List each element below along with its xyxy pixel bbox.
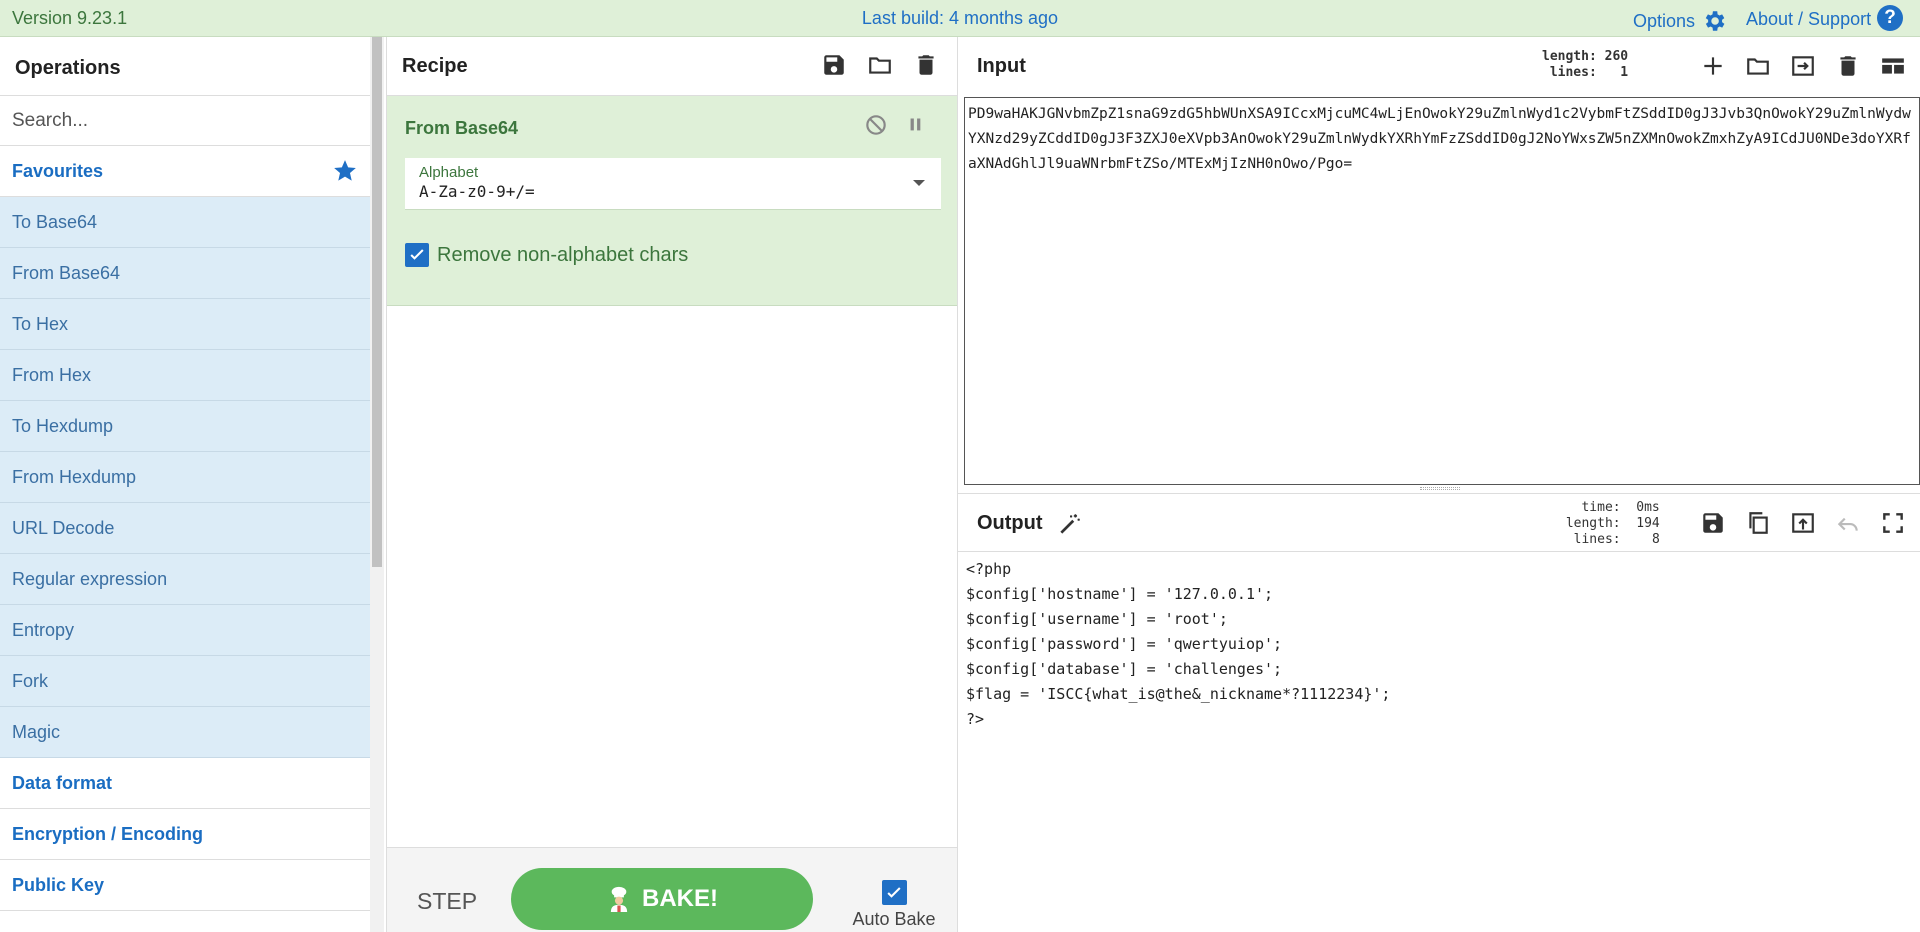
star-icon[interactable]: [332, 158, 358, 184]
operation-item[interactable]: Entropy: [0, 605, 370, 656]
output-line: <?php: [966, 560, 1012, 578]
operation-item[interactable]: URL Decode: [0, 503, 370, 554]
copy-icon[interactable]: [1745, 510, 1771, 536]
magic-wand-icon[interactable]: [1057, 511, 1083, 537]
scrollbar-thumb[interactable]: [372, 37, 382, 567]
output-line: $config['password'] = 'qwertyuiop';: [966, 635, 1283, 653]
gear-icon: [1701, 8, 1727, 34]
operation-item[interactable]: To Hexdump: [0, 401, 370, 452]
pause-icon[interactable]: [903, 112, 929, 138]
input-textarea[interactable]: PD9waHAKJGNvbmZpZ1snaG9zdG5hbWUnXSA9ICcx…: [964, 97, 1920, 485]
top-banner: Version 9.23.1 Last build: 4 months ago …: [0, 0, 1920, 37]
category-data-format[interactable]: Data format: [0, 758, 370, 809]
operation-item[interactable]: To Base64: [0, 197, 370, 248]
operations-search: [0, 96, 370, 146]
undo-icon: [1835, 510, 1861, 536]
folder-icon[interactable]: [1745, 53, 1771, 79]
divider-grip[interactable]: [1420, 487, 1460, 490]
input-stats: length: 260 lines: 1: [1542, 49, 1628, 81]
time-label: time:: [1581, 500, 1621, 515]
operations-title: Operations: [0, 37, 370, 96]
save-icon[interactable]: [1700, 510, 1726, 536]
input-header: Input length: 260 lines: 1: [958, 37, 1920, 96]
lines-label: lines:: [1549, 65, 1597, 80]
move-to-input-icon[interactable]: [1790, 53, 1816, 79]
operation-item[interactable]: To Hex: [0, 299, 370, 350]
length-label: length:: [1542, 49, 1597, 64]
alphabet-label: Alphabet: [419, 164, 479, 181]
category-label: Public Key: [12, 874, 105, 895]
search-input[interactable]: [12, 109, 358, 132]
category-public-key[interactable]: Public Key: [0, 860, 370, 911]
length-label: length:: [1565, 516, 1621, 531]
io-pane: Input length: 260 lines: 1 PD9waHAKJGNvb…: [958, 37, 1920, 932]
output-time: 0ms: [1636, 500, 1660, 515]
options-label: Options: [1633, 10, 1696, 31]
recipe-ingredient-from-base64[interactable]: From Base64 Alphabet A-Za-z0-9+/= Remove…: [387, 96, 957, 306]
output-line: $config['hostname'] = '127.0.0.1';: [966, 585, 1274, 603]
operation-item[interactable]: From Hex: [0, 350, 370, 401]
checkbox-checked-icon[interactable]: [405, 243, 429, 267]
about-label: About / Support: [1746, 9, 1872, 29]
operation-item[interactable]: Regular expression: [0, 554, 370, 605]
operation-item[interactable]: Fork: [0, 656, 370, 707]
recipe-pane: Recipe From Base64 Alphabet A-Za-z0-9+/=…: [386, 37, 958, 932]
last-build-link[interactable]: Last build: 4 months ago: [862, 8, 1058, 28]
bake-label: BAKE!: [642, 885, 718, 912]
auto-bake-label: Auto Bake: [852, 909, 936, 929]
help-icon: ?: [1877, 5, 1904, 31]
output-line: $config['username'] = 'root';: [966, 610, 1228, 628]
alphabet-select[interactable]: Alphabet A-Za-z0-9+/=: [405, 158, 941, 210]
output-lines: 8: [1651, 532, 1660, 547]
options-button[interactable]: Options: [1633, 8, 1727, 34]
add-icon[interactable]: [1700, 53, 1726, 79]
output-line: $config['database'] = 'challenges';: [966, 660, 1283, 678]
version-label: Version 9.23.1: [12, 8, 128, 28]
replace-input-icon[interactable]: [1790, 510, 1816, 536]
category-favourites[interactable]: Favourites: [0, 146, 370, 197]
input-title: Input: [977, 55, 1026, 77]
trash-icon[interactable]: [913, 52, 939, 78]
alphabet-value: A-Za-z0-9+/=: [419, 182, 535, 201]
about-support-button[interactable]: About / Support ?: [1746, 5, 1904, 31]
chef-icon: [606, 886, 632, 912]
operation-item[interactable]: From Base64: [0, 248, 370, 299]
auto-bake-toggle[interactable]: Auto Bake: [849, 880, 939, 930]
ingredient-name: From Base64: [405, 118, 519, 138]
folder-icon[interactable]: [867, 52, 893, 78]
input-lines: 1: [1620, 65, 1629, 80]
operation-item[interactable]: From Hexdump: [0, 452, 370, 503]
layout-icon[interactable]: [1880, 53, 1906, 79]
step-button[interactable]: STEP: [417, 888, 477, 915]
remove-non-alphabet-checkbox[interactable]: Remove non-alphabet chars: [405, 243, 688, 267]
output-header: Output time: 0ms length: 194 lines: 8: [958, 493, 1920, 552]
recipe-header: Recipe: [387, 37, 957, 96]
checkbox-checked-icon[interactable]: [881, 880, 907, 905]
input-length: 260: [1604, 49, 1629, 64]
output-line: $flag = 'ISCC{what_is@the&_nickname*?111…: [966, 685, 1391, 703]
remove-non-alphabet-label: Remove non-alphabet chars: [437, 243, 689, 266]
operations-pane: Operations Favourites To Base64 From Bas…: [0, 37, 370, 932]
category-label: Encryption / Encoding: [12, 823, 204, 844]
output-stats: time: 0ms length: 194 lines: 8: [1558, 500, 1660, 548]
bake-button[interactable]: BAKE!: [511, 868, 813, 930]
category-label: Data format: [12, 772, 113, 793]
save-icon[interactable]: [821, 52, 847, 78]
category-encryption-encoding[interactable]: Encryption / Encoding: [0, 809, 370, 860]
recipe-title: Recipe: [402, 54, 468, 77]
trash-icon[interactable]: [1835, 53, 1861, 79]
disable-icon[interactable]: [863, 112, 889, 138]
chevron-down-icon[interactable]: [913, 180, 925, 186]
maximize-icon[interactable]: [1880, 510, 1906, 536]
io-divider[interactable]: [958, 485, 1920, 493]
category-label: Favourites: [12, 160, 104, 181]
output-text[interactable]: <?php $config['hostname'] = '127.0.0.1'; $…: [966, 557, 1916, 732]
output-title: Output: [977, 512, 1043, 534]
recipe-controls: STEP BAKE! Auto Bake: [387, 847, 957, 932]
lines-label: lines:: [1573, 532, 1621, 547]
output-length: 194: [1636, 516, 1660, 531]
output-line: ?>: [966, 710, 985, 728]
operation-item[interactable]: Magic: [0, 707, 370, 758]
operations-scrollbar[interactable]: [370, 37, 384, 932]
